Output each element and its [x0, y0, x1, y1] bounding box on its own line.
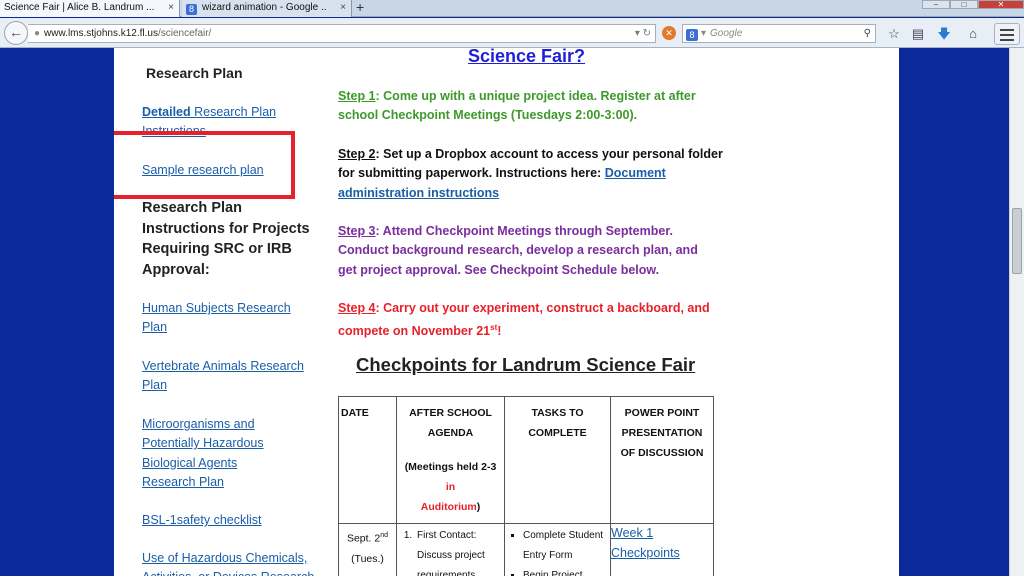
tasks-cell: Complete Student Entry FormBegin Project	[504, 523, 611, 576]
search-dropdown-icon[interactable]: ▾	[701, 28, 706, 39]
search-icon[interactable]: ⚲	[864, 25, 871, 42]
scrollbar-thumb[interactable]	[1012, 208, 1022, 274]
window-controls: – □ ✕	[922, 0, 1024, 10]
reload-icon[interactable]: ▾ ↻	[635, 25, 651, 42]
google-search-engine-icon[interactable]: 8	[686, 29, 698, 41]
table-row: Sept. 2nd(Tues.) First Contact: Discuss …	[338, 523, 714, 576]
page-title: Science Fair?	[468, 48, 586, 66]
page-content: Research Plan Detailed Research Plan Ins…	[114, 48, 899, 576]
tab-bar: Science Fair | Alice B. Landrum ... × 8w…	[0, 0, 1024, 17]
stop-icon[interactable]: ✕	[662, 26, 676, 40]
red-highlight-box	[114, 131, 295, 199]
header-power-point: POWER POINT PRESENTATION OF DISCUSSION	[610, 396, 714, 524]
tab-wizard-animation[interactable]: 8 wizard animation - Google ... ×	[182, 0, 352, 17]
step-3: Step 3: Attend Checkpoint Meetings throu…	[338, 224, 698, 277]
header-date: DATE	[338, 396, 397, 524]
minimize-button[interactable]: –	[922, 0, 950, 9]
meetings-note: (Meetings held 2-3 in Auditorium)	[404, 461, 497, 513]
table-header-row: DATE AFTER SCHOOL AGENDA (Meetings held …	[338, 396, 714, 524]
src-irb-heading: Research Plan Instructions for Projects …	[142, 200, 310, 278]
step-4: Step 4: Carry out your experiment, const…	[338, 301, 710, 339]
close-tab-icon[interactable]: ×	[340, 0, 346, 15]
google-favicon-icon: 8	[186, 4, 197, 15]
globe-icon: ●	[34, 28, 41, 39]
tab-label: wizard animation - Google ...	[202, 2, 327, 13]
download-icon[interactable]: 🡇	[936, 26, 952, 42]
sidebar-title: Research Plan	[146, 65, 243, 81]
new-tab-button[interactable]: +	[356, 0, 364, 15]
step-1: Step 1: Come up with a unique project id…	[338, 89, 696, 123]
window-close-button[interactable]: ✕	[978, 0, 1024, 9]
human-subjects-link[interactable]: Human Subjects Research Plan	[142, 299, 317, 338]
checkpoint-schedule-table: DATE AFTER SCHOOL AGENDA (Meetings held …	[338, 396, 714, 576]
microorganisms-link[interactable]: Microorganisms and Potentially Hazardous…	[142, 415, 292, 493]
maximize-button[interactable]: □	[950, 0, 978, 9]
home-icon[interactable]: ⌂	[965, 26, 981, 42]
url-path: /sciencefair/	[157, 28, 212, 39]
checkpoints-title: Checkpoints for Landrum Science Fair	[356, 354, 696, 375]
date-cell: Sept. 2nd (Tues.)	[338, 523, 397, 576]
list-item: First Contact: Discuss project requireme…	[415, 526, 504, 576]
scrollbar[interactable]	[1009, 48, 1024, 576]
search-bar[interactable]: 8 ▾ Google ⚲	[682, 24, 876, 43]
header-after-school-agenda: AFTER SCHOOL AGENDA (Meetings held 2-3 i…	[396, 396, 505, 524]
ppt-cell: Week 1 Checkpoints	[610, 523, 714, 576]
hazardous-chemicals-link[interactable]: Use of Hazardous Chemicals, Activities, …	[142, 549, 317, 576]
search-input[interactable]: Google	[710, 28, 742, 39]
week-1-checkpoints-link[interactable]: Week 1 Checkpoints	[611, 526, 680, 560]
list-item: Begin Project	[523, 566, 610, 576]
close-tab-icon[interactable]: ×	[168, 0, 174, 15]
tab-science-fair[interactable]: Science Fair | Alice B. Landrum ... ×	[0, 0, 180, 17]
menu-icon[interactable]	[994, 23, 1020, 45]
clipboard-icon[interactable]: ▤	[910, 26, 926, 42]
bsl1-safety-checklist-link[interactable]: BSL-1safety checklist	[142, 511, 317, 530]
header-tasks: TASKS TO COMPLETE	[504, 396, 611, 524]
url-bar[interactable]: ● www.lms.stjohns.k12.fl.us/sciencefair/ …	[28, 24, 656, 43]
url-host: www.lms.stjohns.k12.fl.us	[44, 28, 158, 39]
list-item: Complete Student Entry Form	[523, 526, 610, 566]
vertebrate-animals-link[interactable]: Vertebrate Animals Research Plan	[142, 357, 317, 396]
navigation-bar: ← ● www.lms.stjohns.k12.fl.us/sciencefair…	[0, 18, 1024, 48]
agenda-cell: First Contact: Discuss project requireme…	[396, 523, 505, 576]
back-icon[interactable]: ←	[4, 21, 28, 45]
step-2: Step 2: Set up a Dropbox account to acce…	[338, 147, 723, 200]
star-icon[interactable]: ☆	[886, 26, 902, 42]
tab-label: Science Fair | Alice B. Landrum ...	[4, 2, 154, 13]
